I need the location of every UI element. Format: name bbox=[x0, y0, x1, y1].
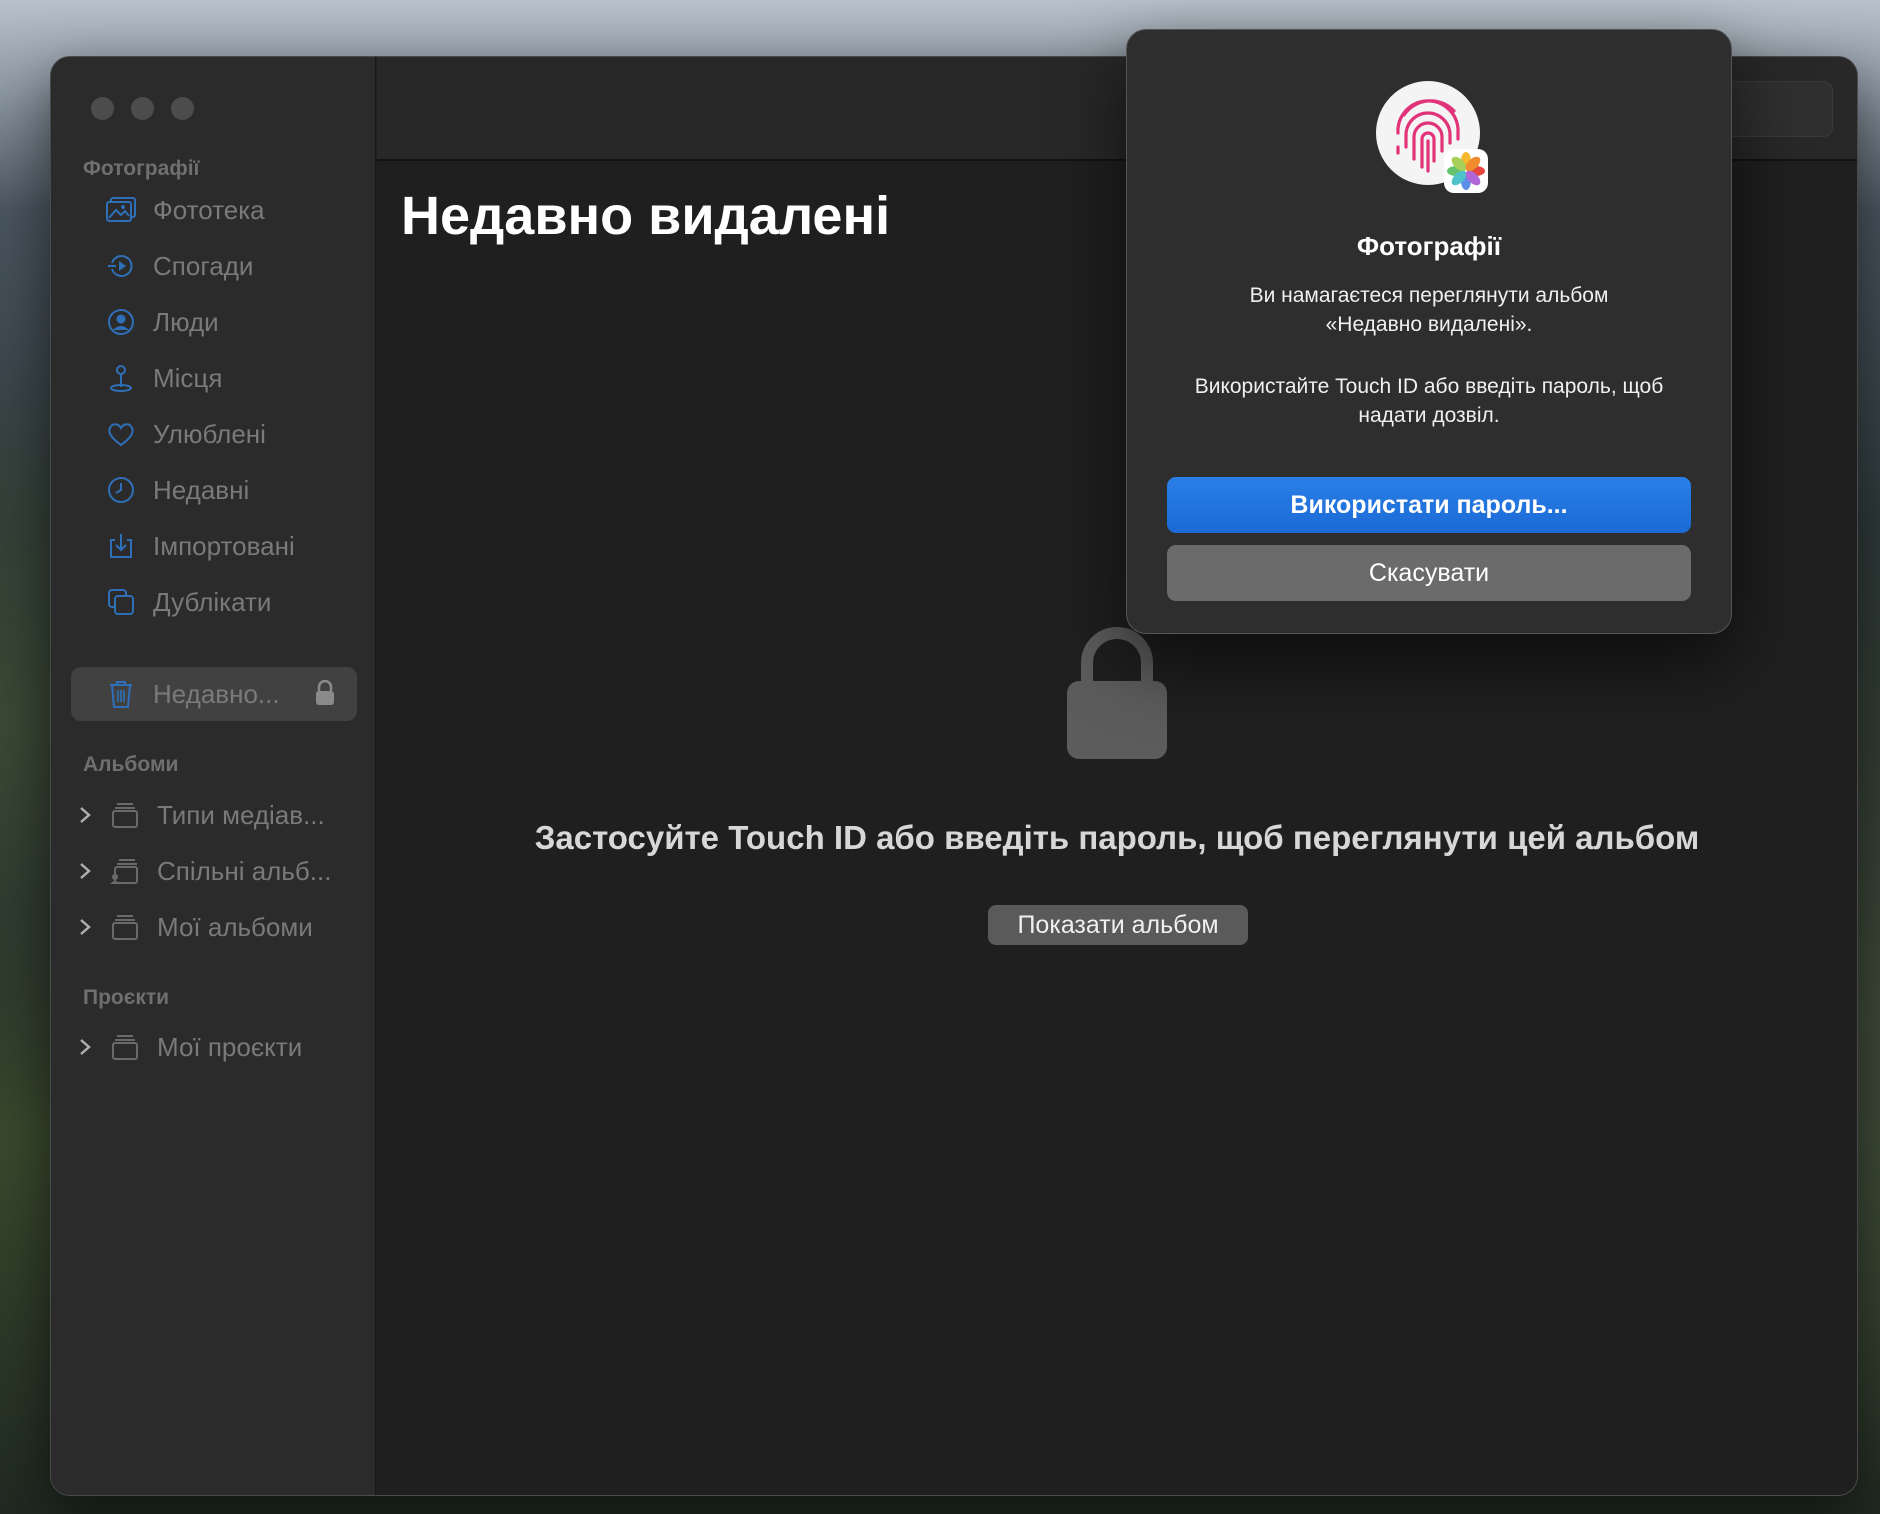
sidebar-item-label: Імпортовані bbox=[153, 530, 295, 561]
lock-icon bbox=[1065, 625, 1169, 761]
sidebar-item-memories[interactable]: Спогади bbox=[71, 239, 357, 293]
chevron-right-icon[interactable] bbox=[79, 862, 99, 880]
sidebar-project-label: Мої проєкти bbox=[157, 1031, 303, 1062]
locked-album-message: Застосуйте Touch ID або введіть пароль, … bbox=[534, 819, 1700, 856]
show-album-button[interactable]: Показати альбом bbox=[988, 905, 1248, 945]
sidebar-item-label: Фототека bbox=[153, 194, 265, 225]
photo-library-icon bbox=[105, 194, 137, 226]
cancel-button[interactable]: Скасувати bbox=[1167, 545, 1691, 601]
clock-icon bbox=[105, 474, 137, 506]
sidebar-item-label: Недавно... bbox=[153, 678, 280, 709]
sidebar-item-recently-deleted[interactable]: Недавно... bbox=[71, 667, 357, 721]
page-title: Недавно видалені bbox=[401, 186, 891, 246]
touch-id-fingerprint-icon bbox=[1376, 81, 1488, 193]
sidebar-item-label: Місця bbox=[153, 362, 223, 393]
sidebar-item-people[interactable]: Люди bbox=[71, 295, 357, 349]
chevron-right-icon[interactable] bbox=[79, 918, 99, 936]
sidebar-item-favorites[interactable]: Улюблені bbox=[71, 407, 357, 461]
dialog-app-name: Фотографії bbox=[1356, 231, 1502, 261]
dialog-message-line-2: «Недавно видалені». bbox=[1325, 313, 1533, 336]
heart-icon bbox=[105, 418, 137, 450]
sidebar: Фотографії Фототека Спогади Люди Місця У… bbox=[51, 57, 376, 1495]
sidebar-item-imports[interactable]: Імпортовані bbox=[71, 519, 357, 573]
sidebar-item-label: Дублікати bbox=[153, 586, 272, 617]
sidebar-album-label: Типи медіав... bbox=[157, 799, 325, 830]
window-controls bbox=[91, 97, 194, 120]
sidebar-item-label: Недавні bbox=[153, 474, 250, 505]
dialog-message-line-1: Ви намагаєтеся переглянути альбом bbox=[1249, 284, 1609, 307]
sidebar-section-photos: Фотографії bbox=[83, 157, 200, 180]
sidebar-project-my-projects[interactable]: Мої проєкти bbox=[79, 1022, 359, 1072]
people-icon bbox=[105, 306, 137, 338]
sidebar-album-label: Спільні альб... bbox=[157, 855, 332, 886]
zoom-window-button[interactable] bbox=[171, 97, 194, 120]
sidebar-album-label: Мої альбоми bbox=[157, 911, 313, 942]
album-stack-icon bbox=[109, 1031, 141, 1063]
lock-icon bbox=[315, 679, 335, 713]
dialog-instruction-line-1: Використайте Touch ID або введіть пароль… bbox=[1194, 375, 1664, 398]
sidebar-album-my-albums[interactable]: Мої альбоми bbox=[79, 902, 359, 952]
sidebar-section-projects: Проєкти bbox=[83, 986, 170, 1009]
sidebar-item-duplicates[interactable]: Дублікати bbox=[71, 575, 357, 629]
album-stack-icon bbox=[109, 799, 141, 831]
sidebar-item-label: Спогади bbox=[153, 250, 254, 281]
sidebar-album-media-types[interactable]: Типи медіав... bbox=[79, 790, 359, 840]
sidebar-item-recents[interactable]: Недавні bbox=[71, 463, 357, 517]
sidebar-section-albums: Альбоми bbox=[83, 753, 179, 776]
sidebar-album-shared[interactable]: Спільні альб... bbox=[79, 846, 359, 896]
album-stack-icon bbox=[109, 911, 141, 943]
use-password-button[interactable]: Використати пароль... bbox=[1167, 477, 1691, 533]
sidebar-item-library[interactable]: Фототека bbox=[71, 183, 357, 237]
shared-album-icon bbox=[109, 855, 141, 887]
authentication-dialog: Фотографії Ви намагаєтеся переглянути ал… bbox=[1126, 29, 1732, 634]
sidebar-item-label: Люди bbox=[153, 306, 219, 337]
chevron-right-icon[interactable] bbox=[79, 806, 99, 824]
sidebar-item-places[interactable]: Місця bbox=[71, 351, 357, 405]
chevron-right-icon[interactable] bbox=[79, 1038, 99, 1056]
trash-icon bbox=[105, 678, 137, 710]
dialog-instruction-line-2: надати дозвіл. bbox=[1358, 404, 1500, 427]
close-window-button[interactable] bbox=[91, 97, 114, 120]
import-icon bbox=[105, 530, 137, 562]
sidebar-item-label: Улюблені bbox=[153, 418, 266, 449]
memories-icon bbox=[105, 250, 137, 282]
places-pin-icon bbox=[105, 362, 137, 394]
duplicates-icon bbox=[105, 586, 137, 618]
minimize-window-button[interactable] bbox=[131, 97, 154, 120]
